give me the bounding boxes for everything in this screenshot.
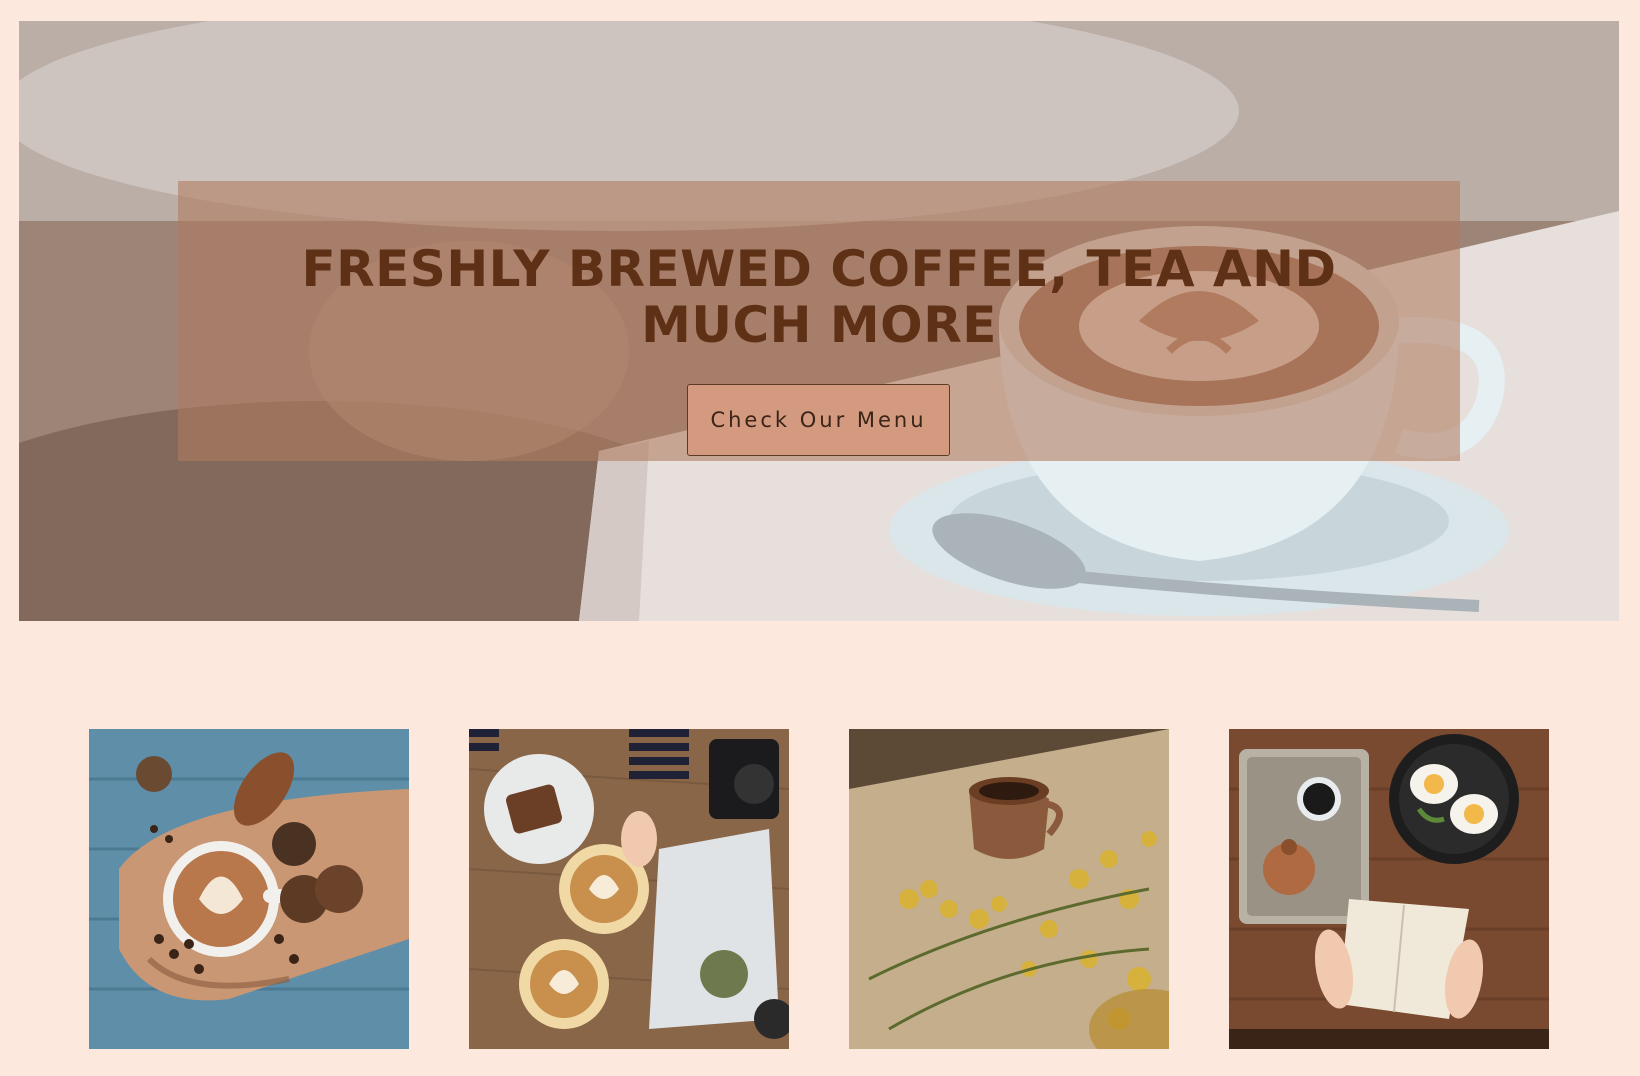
gallery-photo-latte-cookies[interactable] (89, 729, 409, 1049)
hero-overlay-panel: FRESHLY BREWED COFFEE, TEA AND MUCH MORE… (178, 181, 1460, 461)
photo-gallery (89, 729, 1551, 1049)
check-menu-button[interactable]: Check Our Menu (687, 384, 950, 456)
hero-title: FRESHLY BREWED COFFEE, TEA AND MUCH MORE (301, 240, 1337, 354)
gallery-photo-cup-flowers[interactable] (849, 729, 1169, 1049)
gallery-photo-breakfast-book[interactable] (1229, 729, 1549, 1049)
gallery-photo-lattes-camera[interactable] (469, 729, 789, 1049)
hero-banner: FRESHLY BREWED COFFEE, TEA AND MUCH MORE… (19, 21, 1619, 621)
